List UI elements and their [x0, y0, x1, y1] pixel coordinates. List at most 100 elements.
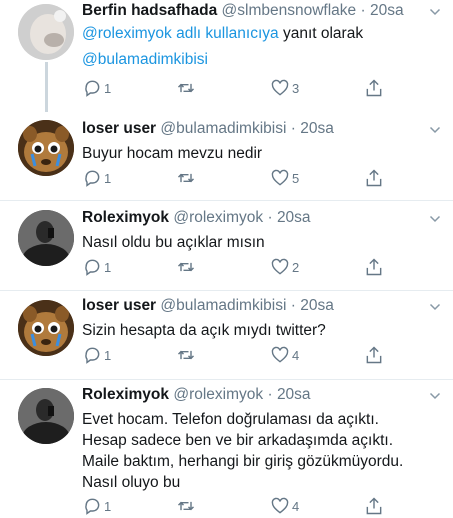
reply-count: 1: [104, 347, 112, 363]
tweet[interactable]: loser user @bulamadimkibisi · 20sa Buyur…: [0, 110, 453, 200]
reply-button[interactable]: 1: [82, 76, 111, 100]
username[interactable]: @roleximyok: [173, 386, 263, 403]
tweet-header: loser user @bulamadimkibisi · 20sa: [82, 120, 423, 138]
chevron-down-icon[interactable]: [429, 124, 441, 136]
username[interactable]: @bulamadimkibisi: [160, 297, 286, 314]
separator: ·: [360, 2, 366, 19]
like-button[interactable]: 5: [270, 166, 299, 190]
reply-count: 1: [104, 80, 112, 96]
like-count: 5: [292, 170, 300, 186]
tweet-actions: 1 4: [82, 494, 382, 518]
like-button[interactable]: 2: [270, 255, 299, 279]
mention-link[interactable]: @roleximyok: [82, 25, 172, 42]
reply-count: 1: [104, 259, 112, 275]
like-button[interactable]: 3: [270, 76, 299, 100]
separator: ·: [267, 209, 273, 226]
avatar[interactable]: [18, 120, 74, 176]
display-name[interactable]: Roleximyok: [82, 386, 169, 403]
share-button[interactable]: [364, 76, 384, 100]
separator: ·: [290, 297, 296, 314]
chevron-down-icon[interactable]: [429, 6, 441, 18]
avatar-photo-icon: [18, 4, 74, 60]
avatar-photo-icon: [18, 388, 74, 444]
reply-suffix: yanıt olarak: [278, 25, 364, 42]
retweet-button[interactable]: [176, 255, 196, 279]
like-count: 4: [292, 498, 300, 514]
like-icon: [271, 258, 289, 275]
tweet-text-line: Maile baktım, herhangi bir giriş gözükmü…: [82, 453, 404, 470]
chevron-down-icon[interactable]: [429, 390, 441, 402]
like-button[interactable]: 4: [270, 494, 299, 518]
tweet[interactable]: Roleximyok @roleximyok · 20sa Nasıl oldu…: [0, 201, 453, 290]
tweet-actions: 1 3: [82, 76, 382, 100]
retweet-icon: [177, 173, 195, 183]
retweet-button[interactable]: [176, 343, 196, 367]
avatar[interactable]: [18, 300, 74, 356]
retweet-button[interactable]: [176, 494, 196, 518]
retweet-icon: [177, 501, 195, 511]
reply-button[interactable]: 1: [82, 255, 111, 279]
reply-button[interactable]: 1: [82, 343, 111, 367]
share-icon: [366, 79, 382, 97]
conversation-feed: Berfin hadsafhada @slmbensnowflake · 20s…: [0, 0, 453, 515]
reply-button[interactable]: 1: [82, 166, 111, 190]
reply-icon: [85, 347, 100, 364]
reply-button[interactable]: 1: [82, 494, 111, 518]
retweet-icon: [177, 262, 195, 272]
tweet[interactable]: loser user @bulamadimkibisi · 20sa Sizin…: [0, 291, 453, 379]
retweet-button[interactable]: [176, 166, 196, 190]
tweet[interactable]: Berfin hadsafhada @slmbensnowflake · 20s…: [0, 0, 453, 112]
separator: ·: [290, 120, 296, 137]
avatar[interactable]: [18, 388, 74, 444]
username[interactable]: @bulamadimkibisi: [160, 120, 286, 137]
avatar-photo-icon: [18, 120, 74, 176]
display-name[interactable]: Roleximyok: [82, 209, 169, 226]
tweet-text: Evet hocam. Telefon doğrulaması da açıkt…: [82, 409, 443, 493]
share-button[interactable]: [364, 494, 384, 518]
like-icon: [271, 346, 289, 363]
avatar[interactable]: [18, 210, 74, 266]
like-icon: [271, 169, 289, 186]
timestamp[interactable]: 20sa: [277, 386, 311, 403]
tweet[interactable]: Roleximyok @roleximyok · 20sa Evet hocam…: [0, 380, 453, 515]
username[interactable]: @roleximyok: [173, 209, 263, 226]
reply-context: @roleximyok adlı kullanıcıya yanıt olara…: [82, 23, 443, 44]
reply-to-text[interactable]: adlı kullanıcıya: [172, 25, 279, 42]
tweet-text: Nasıl oldu bu açıklar mısın: [82, 234, 265, 251]
avatar[interactable]: [18, 4, 74, 60]
tweet-text: @bulamadimkibisi: [82, 49, 443, 70]
timestamp[interactable]: 20sa: [277, 209, 311, 226]
chevron-down-icon[interactable]: [429, 301, 441, 313]
timestamp[interactable]: 20sa: [300, 120, 334, 137]
reply-icon: [85, 498, 100, 515]
display-name[interactable]: loser user: [82, 120, 156, 137]
chevron-down-icon[interactable]: [429, 213, 441, 225]
share-button[interactable]: [364, 166, 384, 190]
username[interactable]: @slmbensnowflake: [222, 2, 357, 19]
share-button[interactable]: [364, 343, 384, 367]
timestamp[interactable]: 20sa: [370, 2, 404, 19]
share-icon: [366, 497, 382, 515]
tweet-text: Buyur hocam mevzu nedir: [82, 145, 263, 162]
thread-line: [45, 62, 48, 112]
reply-icon: [85, 80, 100, 97]
tweet-header: Roleximyok @roleximyok · 20sa: [82, 386, 423, 404]
share-icon: [366, 346, 382, 364]
like-button[interactable]: 4: [270, 343, 299, 367]
like-count: 4: [292, 347, 300, 363]
share-button[interactable]: [364, 255, 384, 279]
like-icon: [271, 497, 289, 514]
tweet-header: loser user @bulamadimkibisi · 20sa: [82, 297, 423, 315]
tweet-text-line: Nasıl oluyo bu: [82, 474, 181, 491]
tweet-text-line: Evet hocam. Telefon doğrulaması da açıkt…: [82, 411, 379, 428]
display-name[interactable]: loser user: [82, 297, 156, 314]
retweet-button[interactable]: [176, 76, 196, 100]
display-name[interactable]: Berfin hadsafhada: [82, 2, 217, 19]
retweet-icon: [177, 83, 195, 93]
timestamp[interactable]: 20sa: [300, 297, 334, 314]
avatar-photo-icon: [18, 210, 74, 266]
share-icon: [366, 258, 382, 276]
reply-count: 1: [104, 498, 112, 514]
avatar-photo-icon: [18, 300, 74, 356]
mention-link[interactable]: @bulamadimkibisi: [82, 51, 208, 68]
